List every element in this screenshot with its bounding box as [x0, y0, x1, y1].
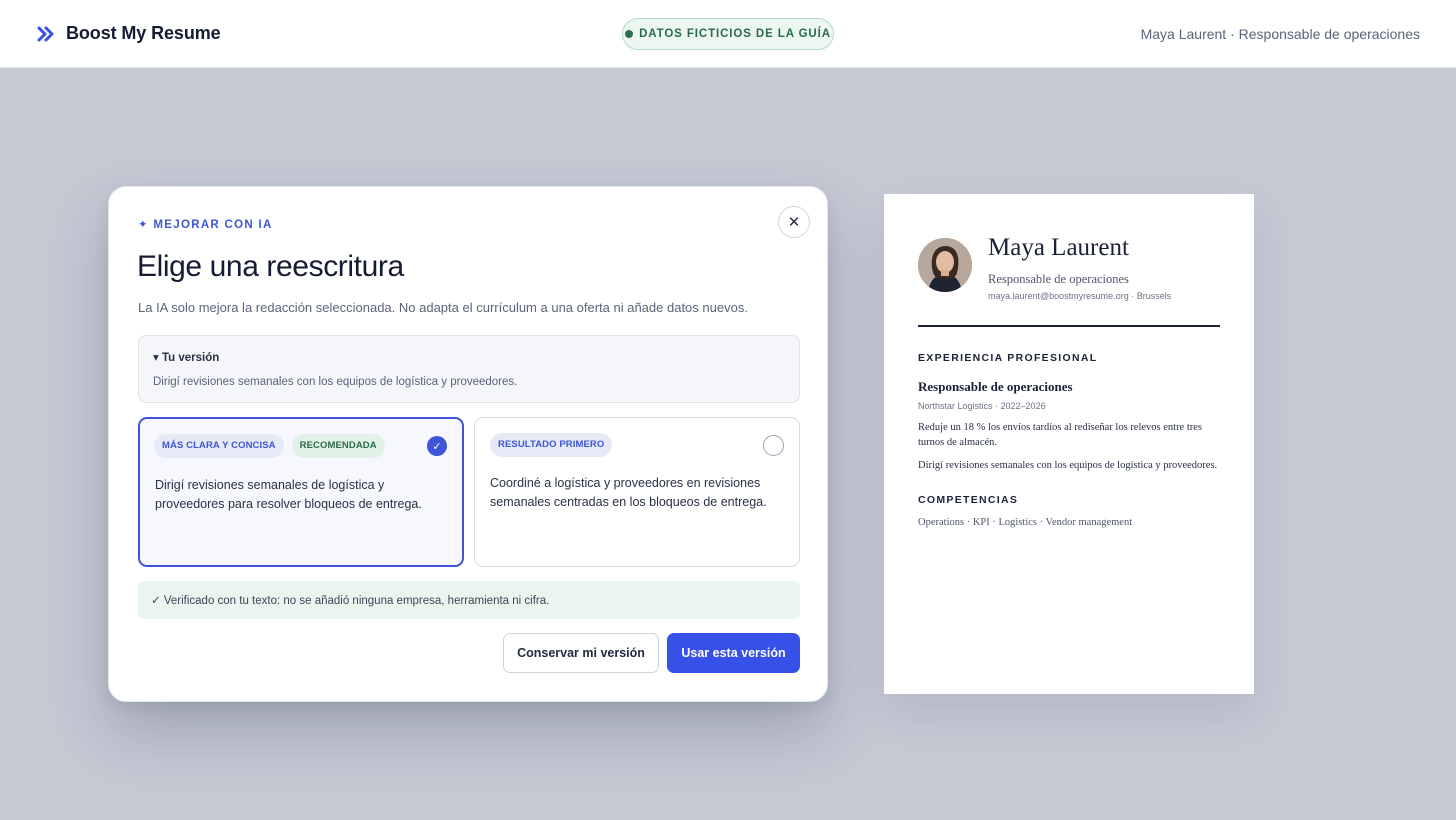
resume-name: Maya Laurent — [988, 234, 1129, 261]
status-dot-icon — [625, 30, 634, 38]
resume-preview: Maya Laurent Responsable de operaciones … — [884, 194, 1254, 694]
brand-name: Boost My Resume — [66, 23, 221, 43]
option-text: Dirigí revisiones semanales de logística… — [155, 478, 422, 511]
skills-list: Operations · KPI · Logistics · Vendor ma… — [918, 517, 1133, 528]
user-info: Maya Laurent · Responsable de operacione… — [1140, 26, 1420, 42]
guide-data-badge: DATOS FICTICIOS DE LA GUÍA — [622, 18, 834, 50]
rewrite-option-result-first[interactable]: RESULTADO PRIMERO Coordiné a logística y… — [474, 417, 800, 567]
section-heading-skills: COMPETENCIAS — [918, 494, 1019, 506]
tag-result-first: RESULTADO PRIMERO — [490, 433, 613, 457]
tag-clear-concise: MÁS CLARA Y CONCISA — [154, 434, 284, 458]
job-bullet: Reduje un 18 % los envíos tardíos al red… — [918, 422, 1203, 448]
original-version-panel[interactable]: ▾ Tu versión Dirigí revisiones semanales… — [138, 335, 800, 403]
option-text: Coordiné a logística y proveedores en re… — [490, 476, 767, 509]
job-bullet-highlighted[interactable]: Dirigí revisiones semanales con los equi… — [918, 458, 1224, 473]
original-version-text: Dirigí revisiones semanales con los equi… — [153, 376, 518, 388]
verification-notice: ✓ Verificado con tu texto: no se añadió … — [138, 581, 800, 619]
modal-title: Elige una reescritura — [137, 250, 404, 283]
guide-badge-label: DATOS FICTICIOS DE LA GUÍA — [639, 28, 831, 40]
tag-recommended: RECOMENDADA — [291, 434, 385, 458]
resume-contact: maya.laurent@boostmyresume.org · Brussel… — [988, 291, 1172, 301]
double-chevron-right-icon — [36, 24, 56, 44]
job-meta: Northstar Logistics · 2022–2026 — [918, 401, 1046, 411]
use-this-version-button[interactable]: Usar esta versión — [667, 633, 800, 673]
radio-unchecked-icon[interactable] — [763, 435, 784, 456]
radio-checked-icon[interactable]: ✓ — [427, 436, 447, 456]
modal-description: La IA solo mejora la redacción seleccion… — [138, 300, 748, 315]
rewrite-option-clear-concise[interactable]: MÁS CLARA Y CONCISA RECOMENDADA ✓ Dirigí… — [138, 417, 464, 567]
divider — [918, 325, 1220, 327]
ai-rewrite-modal: ✦ MEJORAR CON IA ✕ Elige una reescritura… — [108, 186, 828, 702]
option-tags: RESULTADO PRIMERO — [490, 433, 613, 457]
option-tags: MÁS CLARA Y CONCISA RECOMENDADA — [154, 434, 385, 458]
brand[interactable]: Boost My Resume — [36, 23, 221, 44]
close-icon: ✕ — [787, 214, 801, 231]
job-title: Responsable de operaciones — [918, 379, 1073, 394]
avatar — [918, 238, 972, 292]
resume-role: Responsable de operaciones — [988, 272, 1129, 286]
keep-my-version-button[interactable]: Conservar mi versión — [503, 633, 659, 673]
section-heading-experience: EXPERIENCIA PROFESIONAL — [918, 352, 1098, 364]
close-button[interactable]: ✕ — [778, 206, 810, 238]
top-bar: Boost My Resume DATOS FICTICIOS DE LA GU… — [0, 0, 1456, 68]
modal-eyebrow: ✦ MEJORAR CON IA — [138, 219, 273, 231]
original-version-toggle[interactable]: ▾ Tu versión — [153, 350, 219, 364]
